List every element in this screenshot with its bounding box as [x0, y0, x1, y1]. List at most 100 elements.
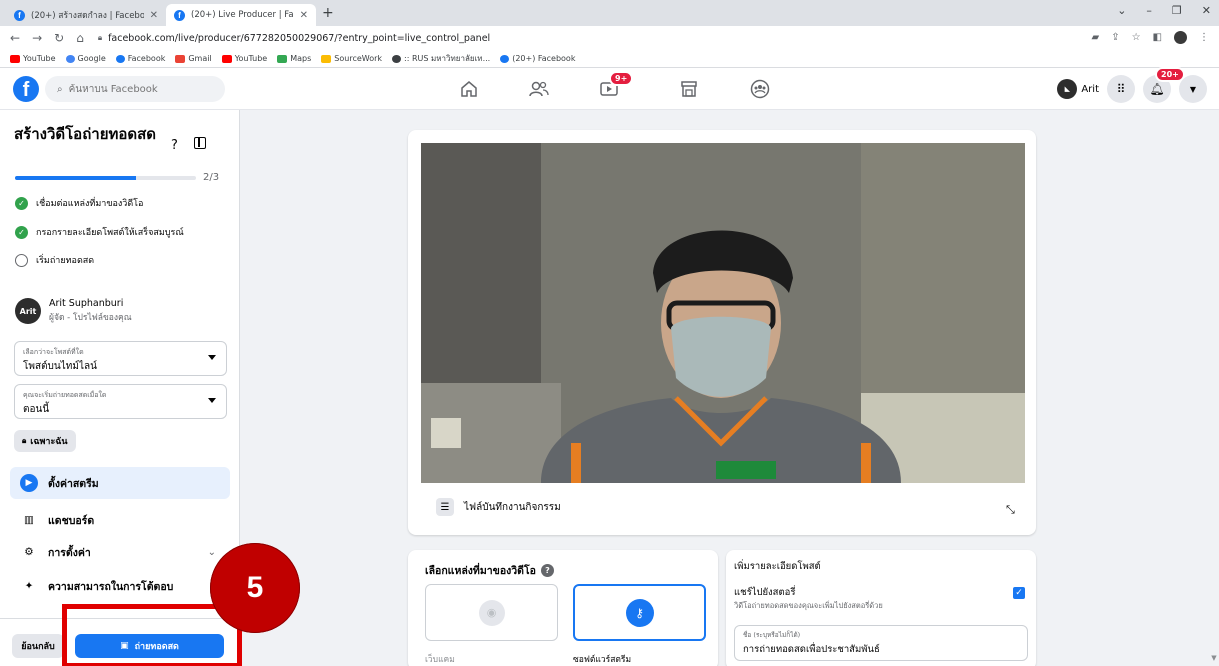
- side-panel-icon[interactable]: ◧: [1153, 32, 1162, 43]
- account-button[interactable]: ▼: [1179, 75, 1207, 103]
- tab-search-icon[interactable]: ⌄: [1117, 4, 1126, 17]
- home-icon[interactable]: ⌂: [76, 31, 84, 45]
- reload-icon[interactable]: ↻: [54, 31, 64, 45]
- title-field-value: การถ่ายทอดสดเพื่อประชาสัมพันธ์: [743, 644, 880, 655]
- bookmarks-bar: YouTube Google Facebook Gmail YouTube Ma…: [0, 50, 1219, 68]
- live-producer-sidebar: สร้างวิดีโอถ่ายทอดสด ? 2/3 ✓ เชื่อมต่อแห…: [0, 110, 240, 666]
- caret-down-icon: [208, 398, 216, 403]
- user-name: Arit: [1081, 83, 1099, 95]
- bookmark-item[interactable]: YouTube: [10, 54, 56, 63]
- menu-dashboard[interactable]: ▥ แดชบอร์ด: [10, 504, 230, 536]
- sparkle-icon: ✦: [24, 580, 34, 592]
- start-time-select[interactable]: คุณจะเริ่มถ่ายทอดสดเมื่อใด ตอนนี้: [14, 384, 227, 419]
- facebook-icon: [500, 54, 510, 63]
- maps-icon: [277, 54, 288, 63]
- lock-icon[interactable]: 🔒︎: [98, 33, 102, 43]
- collapse-icon[interactable]: ⤡: [1006, 503, 1015, 517]
- title-field-label: ชื่อ (ระบุหรือไม่ก็ได้): [743, 631, 801, 639]
- share-icon[interactable]: ⇪: [1111, 32, 1119, 43]
- bookmark-star-icon[interactable]: ☆: [1132, 32, 1141, 43]
- owner-row: Arit Arit Suphanburi ผู้จัด - โปรไฟล์ของ…: [15, 298, 132, 324]
- menu-label: ตั้งค่าสตรีม: [48, 477, 99, 490]
- facebook-favicon-icon: f: [14, 9, 25, 21]
- bookmark-item[interactable]: (20+) Facebook: [500, 54, 575, 63]
- browser-tab-1[interactable]: f (20+) สร้างสดกำลง | Facebook ✕: [6, 4, 166, 26]
- bookmark-item[interactable]: :: RUS มหาวิทยาลัยเท...: [392, 52, 490, 65]
- marketplace-nav-icon[interactable]: [677, 78, 701, 100]
- gear-icon: ⚙: [24, 546, 34, 558]
- source-option-streaming-software[interactable]: ⚷: [573, 584, 706, 641]
- groups-nav-icon[interactable]: [748, 78, 772, 100]
- bookmark-item[interactable]: Google: [65, 54, 106, 63]
- share-story-label: แชร์ไปยังสตอรี่: [734, 587, 796, 598]
- close-window-button[interactable]: ✕: [1202, 4, 1211, 17]
- dashboard-icon: ▥: [24, 514, 34, 526]
- back-button[interactable]: ย้อนกลับ: [12, 634, 64, 658]
- camera-icon: ◉: [478, 599, 505, 626]
- event-recording-row[interactable]: ☰ ไฟล์บันทึกงานกิจกรรม: [436, 498, 561, 516]
- menu-settings[interactable]: ⚙ การตั้งค่า ⌄: [10, 536, 230, 568]
- forward-icon[interactable]: →: [32, 31, 42, 45]
- bookmark-item[interactable]: SourceWork: [321, 54, 382, 63]
- key-icon: ⚷: [625, 598, 654, 627]
- document-icon: ☰: [436, 498, 454, 516]
- lock-icon: 🔒︎: [22, 436, 27, 445]
- back-icon[interactable]: ←: [10, 31, 20, 45]
- profile-avatar-icon[interactable]: [1174, 31, 1187, 44]
- share-story-description: วิดีโอถ่ายทอดสดของคุณจะเพิ่มไปยังสตอรี่ด…: [734, 601, 883, 610]
- source-label-webcam: เว็บแคม: [425, 655, 455, 665]
- url-field[interactable]: 🔒︎ facebook.com/live/producer/6772820500…: [98, 33, 490, 44]
- facebook-header: f ⌕ 9+ ◣ Arit ⠿ 🔔︎ 20+ ▼: [0, 67, 1219, 110]
- watch-nav-icon[interactable]: 9+: [597, 71, 634, 100]
- close-tab-icon[interactable]: ✕: [300, 10, 308, 21]
- close-tab-icon[interactable]: ✕: [150, 10, 158, 21]
- watch-badge: 9+: [609, 71, 634, 86]
- browser-tab-2-active[interactable]: f (20+) Live Producer | Facebook ✕: [166, 4, 316, 26]
- bookmark-label: Facebook: [127, 54, 166, 63]
- check-circle-icon: ✓: [15, 196, 28, 210]
- bell-icon: 🔔︎: [1149, 82, 1165, 96]
- bookmark-label: :: RUS มหาวิทยาลัยเท...: [404, 54, 491, 63]
- title-field[interactable]: ชื่อ (ระบุหรือไม่ก็ได้) การถ่ายทอดสดเพื่…: [734, 625, 1028, 661]
- bookmark-item[interactable]: Gmail: [175, 54, 212, 63]
- video-preview-card: ☰ ไฟล์บันทึกงานกิจกรรม ⤡: [408, 130, 1036, 535]
- folder-icon: [321, 54, 332, 63]
- bookmark-label: SourceWork: [334, 54, 383, 63]
- bookmark-label: YouTube: [23, 54, 56, 63]
- check-circle-icon: ✓: [15, 225, 28, 239]
- toggle-panel-icon[interactable]: [194, 137, 206, 149]
- scroll-down-arrow-icon[interactable]: ▼: [1209, 654, 1219, 666]
- minimize-button[interactable]: –: [1146, 4, 1152, 17]
- menu-label: การตั้งค่า: [48, 546, 91, 559]
- step-connect-source: ✓ เชื่อมต่อแหล่งที่มาของวิดีโอ: [15, 196, 143, 210]
- select-label: คุณจะเริ่มถ่ายทอดสดเมื่อใด: [23, 391, 107, 399]
- menu-stream-setup[interactable]: ▶ ตั้งค่าสตรีม: [10, 467, 230, 499]
- chevron-down-icon: ⌄: [207, 546, 216, 558]
- select-label: เลือกว่าจะโพสต์ที่ใด: [23, 348, 84, 356]
- bookmark-item[interactable]: YouTube: [221, 54, 267, 63]
- notification-badge: 20+: [1155, 67, 1185, 82]
- video-source-card: เลือกแหล่งที่มาของวิดีโอ ? ◉ ⚷ เว็บแคม ซ…: [408, 550, 718, 666]
- bookmark-item[interactable]: Facebook: [115, 54, 166, 63]
- share-story-checkbox[interactable]: ✓: [1013, 587, 1025, 599]
- step-go-live: เริ่มถ่ายทอดสด: [15, 253, 94, 267]
- home-nav-icon[interactable]: [457, 78, 481, 100]
- browser-menu-icon[interactable]: ⋮: [1199, 32, 1209, 43]
- privacy-label: เฉพาะฉัน: [30, 437, 68, 447]
- help-icon[interactable]: ?: [540, 564, 554, 577]
- webcam-image: [421, 143, 1025, 483]
- menu-grid-button[interactable]: ⠿: [1107, 75, 1135, 103]
- new-tab-button[interactable]: +: [322, 5, 334, 21]
- post-destination-select[interactable]: เลือกว่าจะโพสต์ที่ใด โพสต์บนไทม์ไลน์: [14, 341, 227, 376]
- notifications-button[interactable]: 🔔︎ 20+: [1143, 67, 1185, 103]
- page-title: สร้างวิดีโอถ่ายทอดสด: [14, 125, 157, 143]
- camera-indicator-icon[interactable]: ▰: [1091, 32, 1099, 43]
- source-option-webcam[interactable]: ◉: [425, 584, 558, 641]
- profile-shortcut[interactable]: ◣ Arit: [1057, 79, 1099, 99]
- friends-nav-icon[interactable]: [527, 78, 551, 100]
- bookmark-item[interactable]: Maps: [277, 54, 311, 63]
- privacy-button[interactable]: 🔒︎ เฉพาะฉัน: [14, 430, 76, 452]
- restore-button[interactable]: ❐: [1172, 4, 1182, 17]
- menu-interactivity[interactable]: ✦ ความสามารถในการโต้ตอบ: [10, 570, 230, 602]
- help-icon[interactable]: ?: [171, 138, 178, 153]
